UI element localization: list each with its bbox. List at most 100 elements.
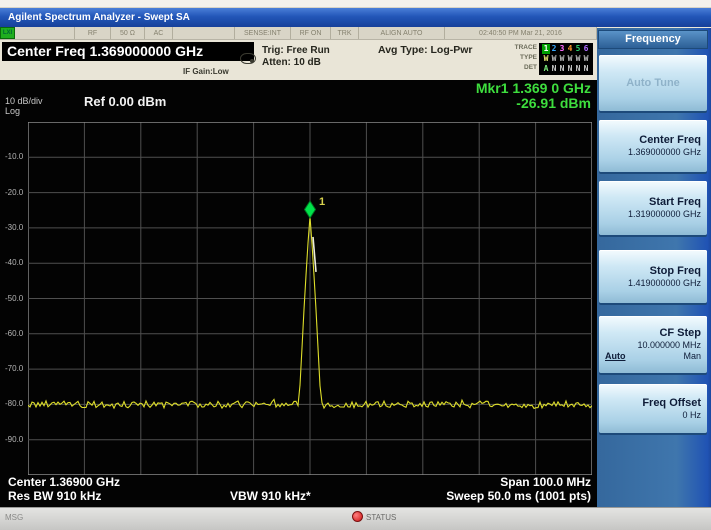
trace-status-char: 6 [582, 44, 590, 54]
center-freq-display: Center Freq 1.369000000 GHz [2, 42, 254, 61]
y-axis-label: -70.0 [5, 364, 23, 373]
msg-label: MSG [5, 513, 23, 522]
status-cell: AC [145, 27, 173, 39]
trace-status-char: N [566, 64, 574, 74]
trace-status-char: 3 [558, 44, 566, 54]
status-cell: ALIGN AUTO [359, 27, 445, 39]
softkey-value: 10.000000 MHz [637, 340, 701, 351]
softkey-menu-title: Frequency [598, 30, 708, 49]
trace-status-char: 5 [574, 44, 582, 54]
softkey-freq-offset[interactable]: Freq Offset0 Hz [599, 384, 707, 433]
trace-row-label: TRACE [515, 43, 537, 53]
annotation-sweep: Sweep 50.0 ms (1001 pts) [446, 489, 591, 503]
marker-number-label: 1 [319, 196, 325, 208]
trace-graticule: 1 [28, 122, 592, 475]
status-label: STATUS [366, 513, 396, 522]
status-cell [15, 27, 75, 39]
marker-readout: Mkr1 1.369 0 GHz -26.91 dBm [476, 81, 591, 111]
y-axis-label: -50.0 [5, 294, 23, 303]
trace-status-char: 4 [566, 44, 574, 54]
softkey-value: 1.419000000 GHz [628, 278, 701, 289]
trace-numbers-row: 123456 [542, 44, 590, 54]
trace-status-box: 123456 WWWWWW ANNNNN [539, 43, 593, 75]
annotation-center: Center 1.36900 GHz [8, 475, 120, 489]
trace-status-char: W [582, 54, 590, 64]
trace-status-char: A [542, 64, 550, 74]
trace-status-char: W [574, 54, 582, 64]
softkey-stop-freq[interactable]: Stop Freq1.419000000 GHz [599, 250, 707, 303]
db-per-div-label: 10 dB/div [5, 96, 43, 106]
annotation-span: Span 100.0 MHz [500, 475, 591, 489]
trace-status-char: N [558, 64, 566, 74]
trace-status-char: N [582, 64, 590, 74]
y-axis-label: -60.0 [5, 329, 23, 338]
trace-status-char: W [566, 54, 574, 64]
det-row-label: DET [515, 63, 537, 73]
softkey-cf-step[interactable]: CF Step10.000000 MHz Auto Man [599, 316, 707, 373]
auto-man-toggle[interactable]: Auto Man [605, 351, 701, 362]
if-gain-label: IF Gain:Low [183, 67, 229, 76]
lxi-led-indicator: LXI [0, 27, 15, 39]
softkey-center-freq[interactable]: Center Freq1.369000000 GHz [599, 120, 707, 172]
status-cell: RF ON [291, 27, 331, 39]
status-cell: SENSE:INT [235, 27, 291, 39]
toggle-man[interactable]: Man [683, 351, 701, 362]
softkey-sidebar: Frequency Auto Tune Center Freq1.36900000… [597, 28, 711, 507]
trace-types-row: WWWWWW [542, 54, 590, 64]
annotation-res-bw: Res BW 910 kHz [8, 489, 101, 503]
softkey-start-freq[interactable]: Start Freq1.319000000 GHz [599, 181, 707, 235]
spectrum-analyzer-window: Agilent Spectrum Analyzer - Swept SA LXI… [0, 0, 711, 530]
attenuation-label: Atten: 10 dB [262, 57, 321, 68]
trigger-label: Trig: Free Run [262, 45, 330, 56]
y-axis-label: -90.0 [5, 435, 23, 444]
y-axis-label: -20.0 [5, 188, 23, 197]
status-cell: TRK [331, 27, 359, 39]
softkey-label: Stop Freq [650, 265, 701, 278]
y-axis-label: -80.0 [5, 399, 23, 408]
type-row-label: TYPE [515, 53, 537, 63]
annotation-vbw: VBW 910 kHz* [230, 489, 311, 503]
softkey-label: Auto Tune [626, 77, 680, 90]
toggle-auto[interactable]: Auto [605, 351, 626, 362]
ref-level-label: Ref 0.00 dBm [84, 94, 166, 109]
bottom-status-bar: MSG STATUS [0, 507, 711, 530]
trace-detectors-row: ANNNNN [542, 64, 590, 74]
spectrum-display: Mkr1 1.369 0 GHz -26.91 dBm 10 dB/div Lo… [0, 80, 597, 507]
softkey-label: CF Step [659, 327, 701, 340]
status-cell: 50 Ω [111, 27, 145, 39]
softkey-auto-tune[interactable]: Auto Tune [599, 55, 707, 111]
trace-status-char: 2 [550, 44, 558, 54]
window-top-margin [0, 0, 711, 8]
softkey-label: Center Freq [639, 134, 701, 147]
trace-status-char: 1 [542, 44, 550, 54]
status-cell: 02:40:50 PM Mar 21, 2016 [445, 27, 597, 39]
status-cells: RF50 ΩAC SENSE:INTRF ONTRKALIGN AUTO02:40… [15, 27, 597, 39]
y-axis-label: -40.0 [5, 258, 23, 267]
measurement-bar: Center Freq 1.369000000 GHz IF Gain:Low … [0, 40, 597, 80]
trace-status-char: W [550, 54, 558, 64]
trace-status-char: N [550, 64, 558, 74]
y-axis-label: -30.0 [5, 223, 23, 232]
marker-amplitude: -26.91 dBm [476, 96, 591, 111]
softkey-value: 0 Hz [682, 410, 701, 421]
log-scale-label: Log [5, 106, 43, 116]
marker-diamond [305, 201, 316, 218]
input-coupling-icon [240, 53, 256, 64]
y-axis-label: -10.0 [5, 152, 23, 161]
status-icon [352, 511, 363, 522]
trace-status-char: N [574, 64, 582, 74]
softkey-label: Freq Offset [642, 397, 701, 410]
marker-frequency: Mkr1 1.369 0 GHz [476, 81, 591, 96]
status-strip: LXI RF50 ΩAC SENSE:INTRF ONTRKALIGN AUTO0… [0, 27, 597, 40]
status-cell: RF [75, 27, 111, 39]
softkey-value: 1.369000000 GHz [628, 147, 701, 158]
window-titlebar: Agilent Spectrum Analyzer - Swept SA [0, 8, 711, 27]
scale-label: 10 dB/div Log [5, 96, 43, 116]
softkey-label: Start Freq [649, 196, 701, 209]
trace-status-char: W [558, 54, 566, 64]
avg-type-label: Avg Type: Log-Pwr [378, 44, 473, 56]
trace-status-char: W [542, 54, 550, 64]
window-title: Agilent Spectrum Analyzer - Swept SA [8, 12, 190, 23]
trace-table-row-labels: TRACE TYPE DET [515, 43, 537, 73]
trace-status-table: TRACE TYPE DET 123456 WWWWWW ANNNNN [515, 43, 593, 75]
